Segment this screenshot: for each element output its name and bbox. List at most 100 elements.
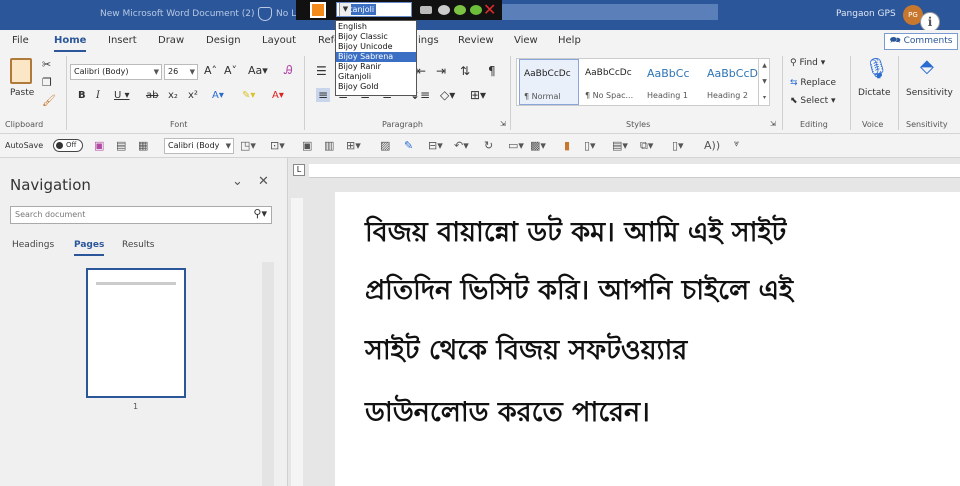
chart-icon[interactable]: ▥ <box>324 139 334 152</box>
tab-design[interactable]: Design <box>206 35 241 46</box>
read-aloud-icon[interactable]: ▭▾ <box>508 139 524 152</box>
bijoy-logo-icon[interactable] <box>310 2 326 18</box>
style-no-spacing[interactable]: AaBbCcDc ¶ No Spac... <box>581 59 641 105</box>
close-icon[interactable]: ✕ <box>483 0 496 19</box>
sensitivity-button[interactable]: Sensitivity <box>906 88 953 98</box>
page-icon[interactable]: ▯▾ <box>672 139 684 152</box>
font-size-select[interactable]: 26 ▼ <box>164 64 198 80</box>
format-painter-icon[interactable]: 🖌 <box>42 94 56 107</box>
tab-draw[interactable]: Draw <box>158 35 184 46</box>
print-icon[interactable]: ▦ <box>138 139 148 152</box>
dialog-launcher-icon[interactable]: ⇲ <box>770 120 776 128</box>
textbox-icon[interactable]: ⊡▾ <box>270 139 285 152</box>
redo-icon[interactable]: ↻ <box>484 139 493 152</box>
tab-review[interactable]: Review <box>458 35 494 46</box>
borders-icon[interactable]: ⊞▾ <box>470 88 486 102</box>
sensitivity-icon[interactable]: ⬘ <box>920 56 934 77</box>
paste-button[interactable]: Paste <box>10 88 34 98</box>
subscript-button[interactable]: x₂ <box>168 90 178 101</box>
minimize-icon[interactable] <box>470 5 482 15</box>
clipboard-icon[interactable]: ▮ <box>564 139 570 152</box>
tab-insert[interactable]: Insert <box>108 35 137 46</box>
sort-icon[interactable]: ⇅ <box>460 64 470 78</box>
microphone-icon[interactable]: 🎙 <box>864 56 889 80</box>
page-thumbnail[interactable] <box>86 268 186 398</box>
copy-format-icon[interactable]: ⧉▾ <box>640 139 653 153</box>
tab-headings[interactable]: Headings <box>12 240 54 250</box>
dictate-button[interactable]: Dictate <box>858 88 891 98</box>
draw-icon[interactable]: ✎ <box>404 139 413 152</box>
bijoy-font-select[interactable]: Gitanjoli ▼ <box>336 2 412 17</box>
chevron-down-icon[interactable]: ▼ <box>339 3 351 16</box>
font-option[interactable]: Bijoy Ranir <box>336 62 416 72</box>
italic-button[interactable]: I <box>96 90 100 101</box>
nav-scrollbar[interactable] <box>262 262 274 486</box>
tab-layout[interactable]: Layout <box>262 35 296 46</box>
tab-pages[interactable]: Pages <box>74 240 105 256</box>
cut-icon[interactable]: ✂ <box>42 58 51 71</box>
underline-button[interactable]: U ▾ <box>114 90 130 101</box>
document-icon[interactable]: ▯▾ <box>584 139 596 152</box>
text-effects-icon[interactable]: A▾ <box>212 90 224 101</box>
comments-button[interactable]: 🗪 Comments <box>884 33 958 50</box>
styles-scroll[interactable]: ▲ ▼ ▾ <box>758 58 770 106</box>
shading-icon[interactable]: ◇▾ <box>440 88 455 102</box>
bullets-icon[interactable]: ☰ <box>316 64 327 78</box>
vertical-ruler[interactable] <box>291 198 303 486</box>
tab-results[interactable]: Results <box>122 240 155 250</box>
picture-icon[interactable]: ▨ <box>380 139 390 152</box>
shape-icon[interactable]: ◳▾ <box>240 139 256 152</box>
dialog-launcher-icon[interactable]: ⇲ <box>500 120 506 128</box>
horizontal-ruler[interactable] <box>309 164 960 178</box>
speaker-icon[interactable]: A)) <box>704 139 720 152</box>
font-option[interactable]: English <box>336 22 416 32</box>
font-option[interactable]: Bijoy Classic <box>336 32 416 42</box>
save-icon[interactable]: ▣ <box>94 139 104 152</box>
autosave-toggle[interactable]: Off <box>53 139 83 152</box>
table-icon[interactable]: ⊞▾ <box>346 139 361 152</box>
find-button[interactable]: ⚲ Find ▾ <box>790 58 825 68</box>
replace-button[interactable]: ⇆ Replace <box>790 78 836 88</box>
clear-formatting-icon[interactable]: Ꭿ <box>284 63 293 78</box>
decrease-indent-icon[interactable]: ⇤ <box>416 64 426 78</box>
font-option[interactable]: Bijoy Sabrena <box>336 52 416 62</box>
customize-qat-icon[interactable]: ⩔ <box>734 139 739 149</box>
media-icon[interactable]: ▩▾ <box>530 139 546 152</box>
font-option[interactable]: Bijoy Gold <box>336 82 416 92</box>
strikethrough-button[interactable]: ab <box>146 90 158 101</box>
copy-icon[interactable]: ❐ <box>42 76 52 89</box>
font-color-icon[interactable]: A▾ <box>272 90 284 101</box>
paste-icon[interactable] <box>10 58 32 84</box>
settings-icon[interactable] <box>438 5 450 15</box>
tab-file[interactable]: File <box>12 35 29 46</box>
font-name-select[interactable]: Calibri (Body) ▼ <box>70 64 162 80</box>
help-icon[interactable] <box>454 5 466 15</box>
image-icon[interactable]: ▣ <box>302 139 312 152</box>
tab-mailings[interactable]: ings <box>418 35 439 46</box>
superscript-button[interactable]: x² <box>188 90 198 101</box>
select-button[interactable]: ⬉ Select ▾ <box>790 96 836 106</box>
save-as-icon[interactable]: ▤ <box>116 139 126 152</box>
title-search-bar[interactable] <box>490 4 718 20</box>
info-icon[interactable]: i <box>920 12 940 32</box>
tab-selector-icon[interactable]: L <box>293 164 305 176</box>
tab-help[interactable]: Help <box>558 35 581 46</box>
qat-font-select[interactable]: Calibri (Body ▼ <box>164 138 234 154</box>
keyboard-icon[interactable] <box>420 6 432 14</box>
style-heading-2[interactable]: AaBbCcD Heading 2 <box>703 59 759 105</box>
increase-indent-icon[interactable]: ⇥ <box>436 64 446 78</box>
font-option[interactable]: Bijoy Unicode <box>336 42 416 52</box>
ruler-toggle-icon[interactable]: ⊟▾ <box>428 139 443 152</box>
style-heading-1[interactable]: AaBbCc Heading 1 <box>643 59 703 105</box>
style-normal[interactable]: AaBbCcDc ¶ Normal <box>519 59 579 105</box>
search-icon[interactable]: ⚲▾ <box>253 206 267 222</box>
highlight-icon[interactable]: ✎▾ <box>242 90 255 101</box>
layout-icon[interactable]: ▤▾ <box>612 139 628 152</box>
search-document-input[interactable]: Search document ⚲▾ <box>10 206 272 224</box>
font-option[interactable]: Gitanjoli <box>336 72 416 82</box>
user-name[interactable]: Pangaon GPS <box>836 9 896 19</box>
undo-icon[interactable]: ↶▾ <box>454 139 469 152</box>
chevron-down-icon[interactable]: ⌄ <box>232 174 243 189</box>
grow-font-icon[interactable]: A˄ <box>204 64 217 77</box>
bold-button[interactable]: B <box>78 90 86 101</box>
